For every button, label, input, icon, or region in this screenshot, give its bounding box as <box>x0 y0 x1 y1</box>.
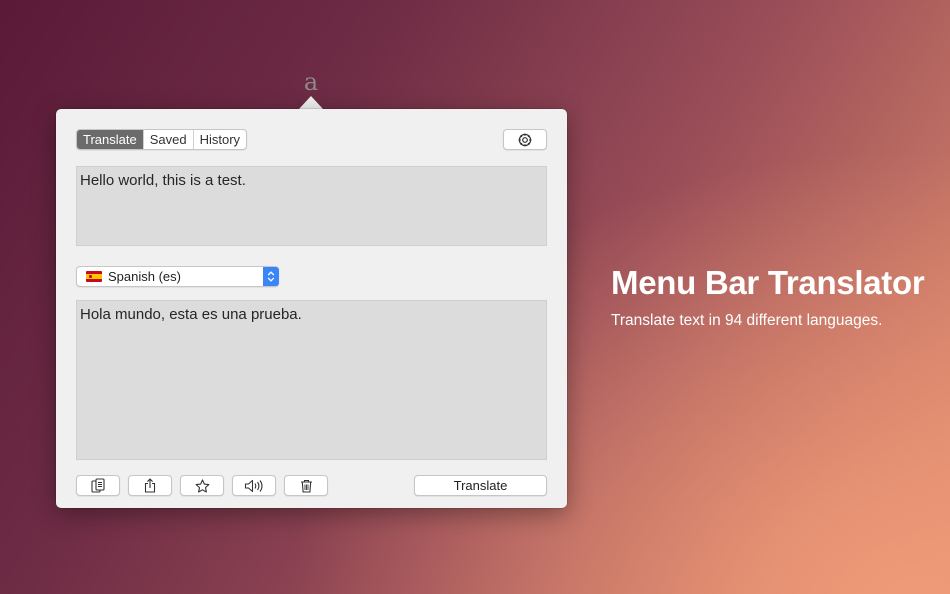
copy-button[interactable] <box>76 475 120 496</box>
save-button[interactable] <box>180 475 224 496</box>
popover-arrow <box>299 96 323 109</box>
view-tabs: Translate Saved History <box>76 129 248 150</box>
trash-icon <box>300 479 312 493</box>
menubar-translate-icon[interactable]: a <box>301 70 321 96</box>
share-icon <box>144 478 156 493</box>
gear-icon <box>518 133 532 146</box>
select-stepper[interactable] <box>263 267 279 286</box>
delete-button[interactable] <box>284 475 328 496</box>
chevron-up-down-icon <box>267 271 275 282</box>
speak-button[interactable] <box>232 475 276 496</box>
hero-title: Menu Bar Translator <box>611 264 925 301</box>
tab-history[interactable]: History <box>194 130 246 149</box>
translate-button[interactable]: Translate <box>414 475 547 496</box>
tab-saved[interactable]: Saved <box>144 130 194 149</box>
spain-flag-icon <box>86 271 102 282</box>
settings-button[interactable] <box>503 129 547 150</box>
copy-icon <box>91 478 105 493</box>
share-button[interactable] <box>128 475 172 496</box>
translator-popover: Translate Saved History Hello world, thi… <box>56 109 567 508</box>
speaker-icon <box>244 479 263 492</box>
target-language-label: Spanish (es) <box>108 269 181 284</box>
target-language-select[interactable]: Spanish (es) <box>76 266 279 287</box>
hero-subtitle: Translate text in 94 different languages… <box>611 312 883 329</box>
translated-text-output[interactable]: Hola mundo, esta es una prueba. <box>76 300 547 460</box>
tab-translate[interactable]: Translate <box>77 130 144 149</box>
source-text-input[interactable]: Hello world, this is a test. <box>76 166 547 246</box>
star-icon <box>195 478 209 493</box>
